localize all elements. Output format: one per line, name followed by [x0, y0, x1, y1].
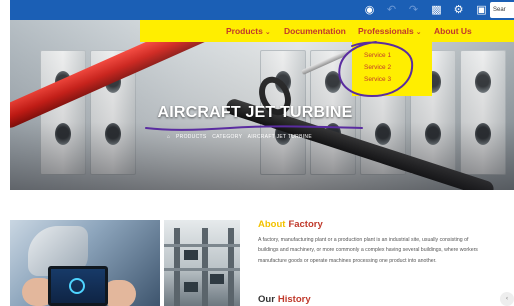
about-factory-heading: About Factory — [258, 219, 323, 230]
hero-title: AIRCRAFT JET TURBINE — [157, 104, 353, 121]
nav-label: Products — [226, 26, 263, 36]
factory-tablet-photo — [10, 220, 160, 306]
chevron-down-icon: ⌄ — [264, 28, 271, 36]
heading-part: History — [277, 294, 311, 305]
breadcrumb: ⌂ PRODUCTS CATEGORY AIRCRAFT JET TURBINE — [167, 134, 316, 140]
dropdown-item-service-3[interactable]: Service 3 — [364, 76, 391, 83]
dropdown-item-service-1[interactable]: Service 1 — [364, 52, 391, 59]
factory-machinery-photo — [164, 220, 240, 306]
nav-item-professionals[interactable]: Professionals ⌄ — [358, 25, 422, 38]
redo-icon[interactable]: ↷ — [407, 3, 420, 16]
professionals-dropdown: Service 1 Service 2 Service 3 — [352, 42, 432, 96]
nav-label: About Us — [434, 26, 472, 36]
scroll-top-icon[interactable]: ‹ — [500, 292, 514, 306]
chevron-down-icon: ⌄ — [415, 28, 422, 36]
undo-icon[interactable]: ↶ — [385, 3, 398, 16]
search-input[interactable]: Sear — [490, 2, 514, 18]
breadcrumb-item: AIRCRAFT JET TURBINE — [247, 134, 312, 140]
monitor-icon[interactable]: ▣ — [475, 3, 488, 16]
breadcrumb-item[interactable]: CATEGORY — [212, 134, 242, 140]
eye-icon[interactable]: ◉ — [363, 3, 376, 16]
top-toolbar: ◉ ↶ ↷ ▩ ⚙ ▣ Sear — [10, 0, 514, 20]
our-history-heading: Our History — [258, 294, 311, 305]
heading-part: Our — [258, 294, 275, 305]
home-icon[interactable]: ⌂ — [167, 134, 170, 140]
nav-label: Professionals — [358, 26, 414, 36]
main-nav: Products ⌄ Documentation Professionals ⌄ A… — [140, 20, 514, 42]
tablet — [48, 266, 108, 306]
nav-label: Documentation — [284, 26, 346, 36]
heading-part: About — [258, 219, 286, 230]
nav-item-about-us[interactable]: About Us — [434, 25, 472, 37]
nav-item-documentation[interactable]: Documentation — [284, 25, 346, 37]
nav-item-products[interactable]: Products ⌄ — [226, 25, 271, 38]
comment-icon[interactable]: ▩ — [430, 3, 443, 16]
gear-icon[interactable]: ⚙ — [452, 3, 465, 16]
about-factory-text: A factory, manufacturing plant or a prod… — [258, 237, 478, 264]
hero-banner: AIRCRAFT JET TURBINE ⌂ PRODUCTS CATEGORY… — [10, 20, 514, 190]
breadcrumb-item[interactable]: PRODUCTS — [176, 134, 206, 140]
heading-part: Factory — [288, 219, 323, 230]
dropdown-item-service-2[interactable]: Service 2 — [364, 64, 391, 71]
